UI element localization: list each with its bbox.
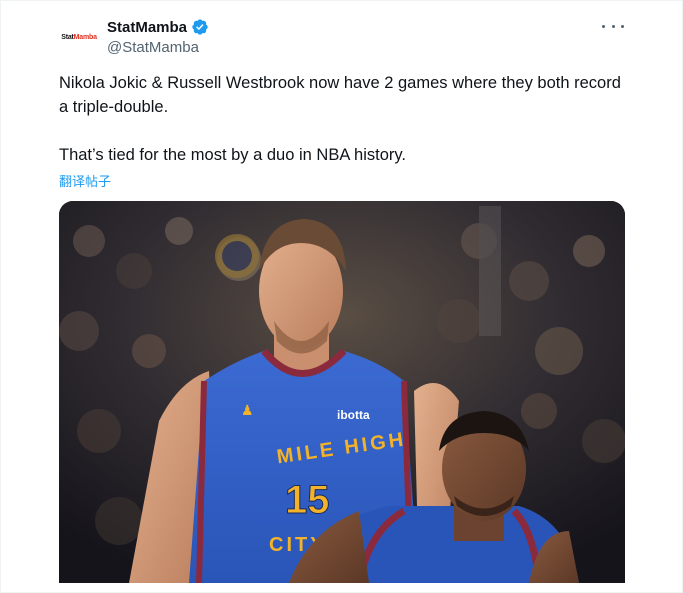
name-row: StatMamba: [107, 17, 209, 37]
display-name[interactable]: StatMamba: [107, 19, 187, 36]
translate-post-link[interactable]: 翻译帖子: [59, 171, 111, 190]
verified-badge-icon: [192, 19, 208, 35]
tweet-card: StatMamba StatMamba @StatMamba Nikola Jo…: [0, 0, 683, 593]
basketball-players-photo: ibotta MILE HIGH 15 CITY ♟: [59, 201, 625, 583]
tweet-paragraph: Nikola Jokic & Russell Westbrook now hav…: [59, 74, 621, 116]
more-options-icon[interactable]: [602, 19, 624, 33]
jumpman-logo: ♟: [241, 403, 254, 419]
jersey-number: 15: [285, 478, 330, 522]
user-handle[interactable]: @StatMamba: [107, 39, 209, 56]
tweet-photo[interactable]: ibotta MILE HIGH 15 CITY ♟: [59, 201, 625, 583]
avatar[interactable]: StatMamba: [59, 17, 99, 57]
avatar-logo: StatMamba: [61, 33, 97, 41]
tweet-text: Nikola Jokic & Russell Westbrook now hav…: [59, 71, 629, 167]
tweet-paragraph: That’s tied for the most by a duo in NBA…: [59, 146, 406, 164]
author-block: StatMamba @StatMamba: [107, 17, 209, 56]
jersey-sponsor: ibotta: [337, 408, 370, 422]
